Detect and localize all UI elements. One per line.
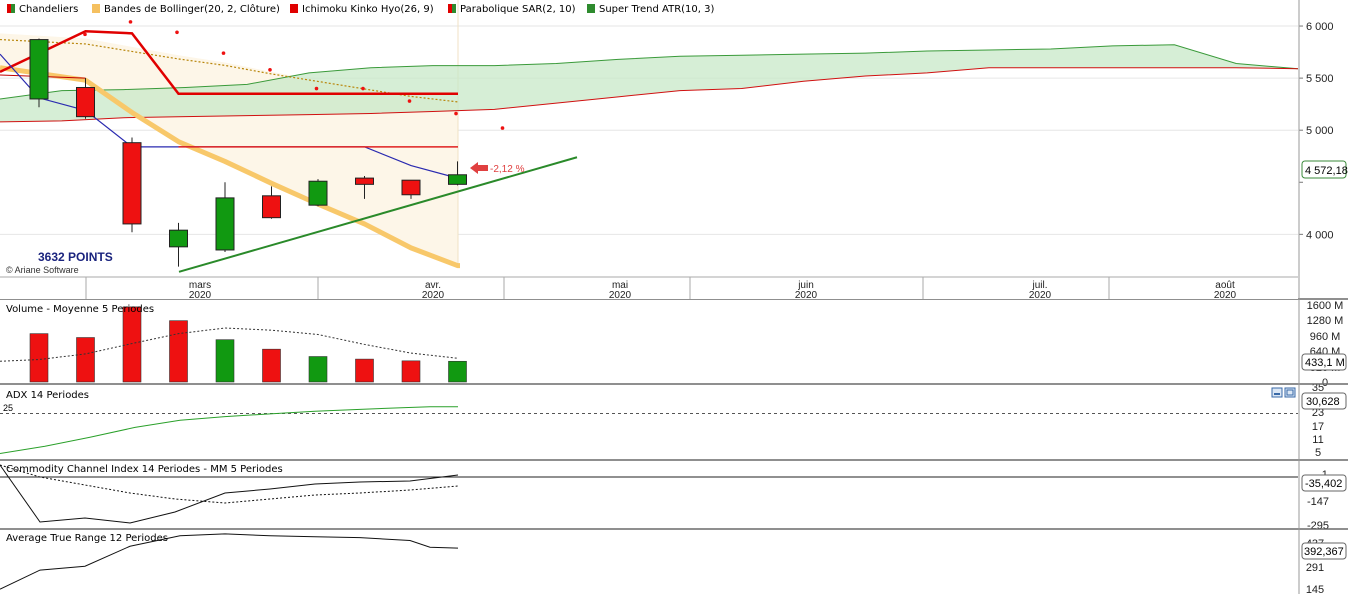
minimize-icon[interactable] xyxy=(1271,387,1283,398)
sar-dot xyxy=(500,126,505,130)
candle-body xyxy=(169,229,188,248)
volume-bar xyxy=(308,356,328,383)
atr-title: Average True Range 12 Periodes xyxy=(6,533,168,544)
candle-body xyxy=(122,142,142,225)
y-tick-label: 1600 M xyxy=(1307,300,1344,312)
volume-bar xyxy=(76,337,95,383)
candle-body xyxy=(401,179,421,196)
legend-swatch-icon xyxy=(587,4,595,13)
volume-bar xyxy=(355,358,374,383)
candle xyxy=(29,38,49,108)
cci-title: Commodity Channel Index 14 Periodes - MM… xyxy=(6,464,283,475)
sar-dot xyxy=(314,86,319,91)
legend-swatch-icon xyxy=(11,4,15,13)
y-tick-label: 5 xyxy=(1315,447,1321,459)
y-tick-label: 291 xyxy=(1306,562,1324,574)
points-annotation: 3632 POINTS xyxy=(38,250,113,264)
adx-reference-label: 25 xyxy=(3,403,13,413)
candle-body xyxy=(448,174,467,185)
legend-label: Bandes de Bollinger(20, 2, Clôture) xyxy=(104,3,280,15)
copyright-label: © Ariane Software xyxy=(6,265,79,275)
y-tick-label: 1280 M xyxy=(1307,315,1344,327)
x-year-label: 2020 xyxy=(609,290,632,301)
volume-bar xyxy=(169,320,188,383)
candle-body xyxy=(262,195,281,219)
legend-item: Super Trend ATR(10, 3) xyxy=(587,4,714,15)
candle-body xyxy=(308,180,328,206)
volume-bar xyxy=(262,348,281,383)
x-year-label: 2020 xyxy=(1029,290,1052,301)
candle-body xyxy=(76,86,95,118)
y-tick-label: -295 xyxy=(1307,520,1329,532)
legend-item: Bandes de Bollinger(20, 2, Clôture) xyxy=(92,3,280,15)
sar-dot xyxy=(221,51,226,55)
adx-title: ADX 14 Periodes xyxy=(6,390,89,401)
legend-swatch-icon xyxy=(452,4,456,13)
x-year-label: 2020 xyxy=(422,290,445,301)
volume-bar xyxy=(215,339,235,383)
sar-dot xyxy=(361,86,365,91)
sar-dot xyxy=(268,67,272,72)
y-tick-label: 6 000 xyxy=(1306,21,1334,33)
legend-swatch-icon xyxy=(7,4,11,13)
legend-swatch-icon xyxy=(92,4,100,13)
y-tick-label: 5 000 xyxy=(1306,125,1334,137)
volume-bar xyxy=(29,333,49,383)
candle xyxy=(308,179,328,207)
volume-last-value: 433,1 M xyxy=(1305,357,1345,369)
candle-body xyxy=(215,197,235,251)
x-year-label: 2020 xyxy=(795,290,818,301)
x-year-label: 2020 xyxy=(189,290,212,301)
last-price-tag: 4 572,18 xyxy=(1301,160,1348,179)
change-percent: -2,12 % xyxy=(490,164,525,175)
legend-label: Chandeliers xyxy=(19,4,78,15)
legend-item: Ichimoku Kinko Hyo(26, 9) xyxy=(290,4,434,15)
legend-label: Parabolique SAR(2, 10) xyxy=(460,4,576,15)
x-year-label: 2020 xyxy=(1214,290,1237,301)
volume-bar xyxy=(448,360,467,383)
volume-bar xyxy=(401,360,421,383)
candle-body xyxy=(355,177,374,185)
volume-title: Volume - Moyenne 5 Periodes xyxy=(6,304,154,315)
sar-dot xyxy=(128,20,133,24)
last-price: 4 572,18 xyxy=(1305,165,1348,177)
y-tick-label: -147 xyxy=(1307,496,1329,508)
cci-last-value: -35,402 xyxy=(1305,478,1342,490)
y-tick-label: 5 500 xyxy=(1306,73,1334,85)
legend-swatch-icon xyxy=(290,4,298,13)
sar-dot xyxy=(454,111,458,116)
sar-dot xyxy=(83,32,87,37)
y-tick-label: 17 xyxy=(1312,421,1324,433)
y-tick-label: 11 xyxy=(1312,434,1323,446)
sar-dot xyxy=(407,99,412,103)
volume-bar xyxy=(122,306,142,383)
legend-swatch-icon xyxy=(448,4,452,13)
y-tick-label: 4 000 xyxy=(1306,229,1334,241)
x-axis: mars2020avr.2020mai2020juin2020juil.2020… xyxy=(0,276,1298,301)
adx-last-value: 30,628 xyxy=(1306,396,1340,408)
sar-dot xyxy=(175,30,179,35)
candle xyxy=(122,137,142,233)
y-tick-label: 145 xyxy=(1306,584,1324,594)
legend-label: Ichimoku Kinko Hyo(26, 9) xyxy=(302,4,434,15)
legend-label: Super Trend ATR(10, 3) xyxy=(599,4,714,15)
y-tick-label: 960 M xyxy=(1310,331,1341,343)
legend-item: Parabolique SAR(2, 10) xyxy=(448,4,576,15)
atr-last-value: 392,367 xyxy=(1304,546,1344,558)
chart-area: 6 000 5 500 5 000 4 000 Volume - Moyenne 5 … xyxy=(0,0,1348,594)
candle-body xyxy=(29,39,49,100)
legend: Chandeliers Bandes de Bollinger(20, 2, Cl… xyxy=(7,3,714,15)
